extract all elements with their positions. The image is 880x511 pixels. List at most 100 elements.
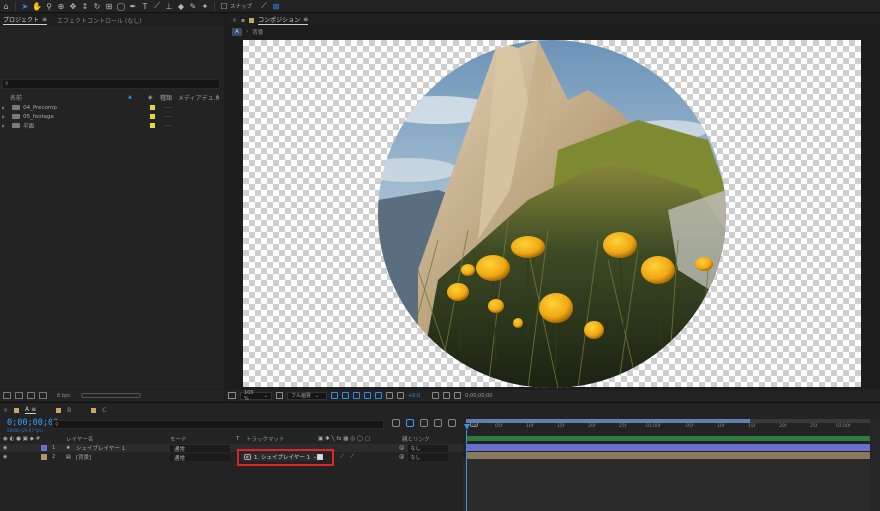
pen-tool-icon[interactable]: ✒ [127,0,139,12]
layer-row[interactable]: ◉ 1 ★ シェイプレイヤー 1 通常 @ なし [0,444,463,453]
new-composition-icon[interactable] [27,392,35,399]
hand-tool-icon[interactable]: ✋ [31,0,43,12]
zoom-tool-icon[interactable]: ⚲ [43,0,55,12]
close-icon[interactable]: × [232,17,237,24]
label-color-swatch[interactable] [150,105,155,110]
pick-whip-icon[interactable]: @ [399,445,405,451]
layer-label-color[interactable] [41,454,47,460]
menu-icon[interactable]: ≡ [31,406,36,413]
interpret-footage-icon[interactable] [3,392,11,399]
visibility-eye-icon[interactable]: ◉ [3,445,7,451]
bpc-label[interactable]: 8 bpc [57,393,71,399]
layer-mode-dropdown[interactable]: 通常 [170,444,230,453]
sort-arrow-icon[interactable]: ▲ [128,94,132,100]
layer-row[interactable]: ◉ 2 ▤ [背景] 通常 @ なし [0,453,463,462]
snap-label[interactable]: スナップ [230,2,252,10]
viewer-timecode[interactable]: 0;00;00;00 [465,393,492,399]
label-tag-icon[interactable]: ◈ [148,94,153,101]
layer-switch-icon[interactable]: ⟋ [340,453,344,461]
layer-name[interactable]: [背景] [76,453,91,461]
reset-exposure-icon[interactable] [397,392,404,399]
timeline-current-time[interactable]: 0;00;00;00 [7,418,58,428]
ellipse-tool-icon[interactable]: ◯ [115,0,127,12]
project-item[interactable]: ▶ 平面 --- [0,121,224,130]
visibility-eye-icon[interactable]: ◉ [3,454,7,460]
selection-tool-icon[interactable]: ➤ [19,0,31,12]
preview-time-icon[interactable] [454,392,462,399]
project-item[interactable]: ▶ 05_footage --- [0,112,224,121]
pan-tool-icon[interactable]: ✥ [67,0,79,12]
pick-whip-icon[interactable]: @ [399,454,405,460]
dolly-tool-icon[interactable]: ↕ [79,0,91,12]
zoom-dropdown[interactable]: 100 % ⌄ [240,390,272,402]
project-search-input[interactable]: ⚲ [2,79,220,89]
exposure-value[interactable]: +0.0 [408,393,420,399]
label-color-swatch[interactable] [150,123,155,128]
flowchart-icon[interactable]: ⋔ [215,94,220,101]
project-settings-icon[interactable] [39,392,47,399]
motion-blur-icon[interactable] [448,419,456,427]
frame-blending-icon[interactable] [434,419,442,427]
brush-tool-icon[interactable]: ⟋ [151,0,163,12]
close-icon[interactable]: × [3,407,8,414]
column-track-matte[interactable]: トラックマット [246,435,285,443]
project-item[interactable]: ▶ 04_Precomp --- [0,103,224,112]
column-name[interactable]: 名前 [10,93,22,102]
menu-icon[interactable]: ≡ [303,16,308,23]
parent-dropdown[interactable]: なし [407,453,448,461]
column-type[interactable]: 種類 [160,93,172,102]
snap-checkbox-icon[interactable]: ☐ [218,0,230,12]
color-management-icon[interactable] [386,392,393,399]
resolution-dropdown[interactable]: フル画質 ⌄ [287,391,327,400]
clone-stamp-tool-icon[interactable]: ⊥ [163,0,175,12]
snap-option-icon[interactable]: ⟋ [258,0,270,12]
always-preview-icon[interactable] [228,392,236,399]
menu-icon[interactable]: ≡ [42,16,47,23]
tab-effect-controls[interactable]: エフェクトコントロール (なし) [57,16,142,25]
timeline-search-input[interactable]: ⚲ [52,420,384,429]
column-media-duration[interactable]: メディアデュ... [178,93,219,102]
timeline-tracks-area[interactable] [463,459,880,511]
layer-1-duration-bar[interactable] [466,444,870,451]
tab-project[interactable]: プロジェクト ≡ [3,15,48,25]
snap-grid-icon[interactable]: ⊠ [270,0,282,12]
channel-icon[interactable] [375,392,382,399]
orbit-tool-icon[interactable]: ⊕ [55,0,67,12]
snapshot-icon[interactable] [432,392,440,399]
layer-switch-icon[interactable]: ⟋ [350,453,354,461]
parent-dropdown[interactable]: なし [407,444,448,452]
expand-arrow-icon[interactable]: ▶ [2,105,5,110]
expand-arrow-icon[interactable]: ▶ [2,123,5,128]
switches-icons[interactable]: ▣ ✱ ╲ fx ▦ ◎ ◯ ▢ [318,436,370,442]
lock-icon[interactable]: ▪ [241,17,245,24]
av-features-icons[interactable]: ◉ ◐ ● ▣ ◆ # [3,436,40,442]
home-icon[interactable]: ⌂ [0,0,12,12]
puppet-tool-icon[interactable]: ✦ [199,0,211,12]
fit-icon[interactable] [276,392,283,399]
mask-visibility-icon[interactable] [353,392,360,399]
comp-flow-icon[interactable]: A [232,28,242,36]
transparency-grid-icon[interactable] [342,392,349,399]
thumbnail-size-slider[interactable] [80,393,141,398]
comp-mini-flowchart-icon[interactable] [392,419,400,427]
label-color-swatch[interactable] [150,114,155,119]
layer-label-color[interactable] [41,445,47,451]
shy-layers-icon[interactable] [420,419,428,427]
pan-behind-tool-icon[interactable]: ⊞ [103,0,115,12]
masked-landscape-image[interactable] [378,40,726,388]
region-of-interest-icon[interactable] [331,392,338,399]
tab-timeline-b[interactable]: B [67,407,71,414]
guides-icon[interactable] [364,392,371,399]
roto-brush-tool-icon[interactable]: ✎ [187,0,199,12]
layer-mode-dropdown[interactable]: 通常 [170,453,230,462]
show-snapshot-icon[interactable] [443,392,451,399]
tab-timeline-a[interactable]: A ≡ [25,406,37,414]
tab-composition[interactable]: コンポジション ≡ [258,15,309,25]
eraser-tool-icon[interactable]: ◆ [175,0,187,12]
tab-timeline-c[interactable]: C [102,407,106,414]
draft-3d-icon[interactable] [406,419,414,427]
column-parent[interactable]: 親とリンク [402,435,430,443]
rotate-tool-icon[interactable]: ↻ [91,0,103,12]
column-t[interactable]: T [236,436,239,442]
type-tool-icon[interactable]: T [139,0,151,12]
